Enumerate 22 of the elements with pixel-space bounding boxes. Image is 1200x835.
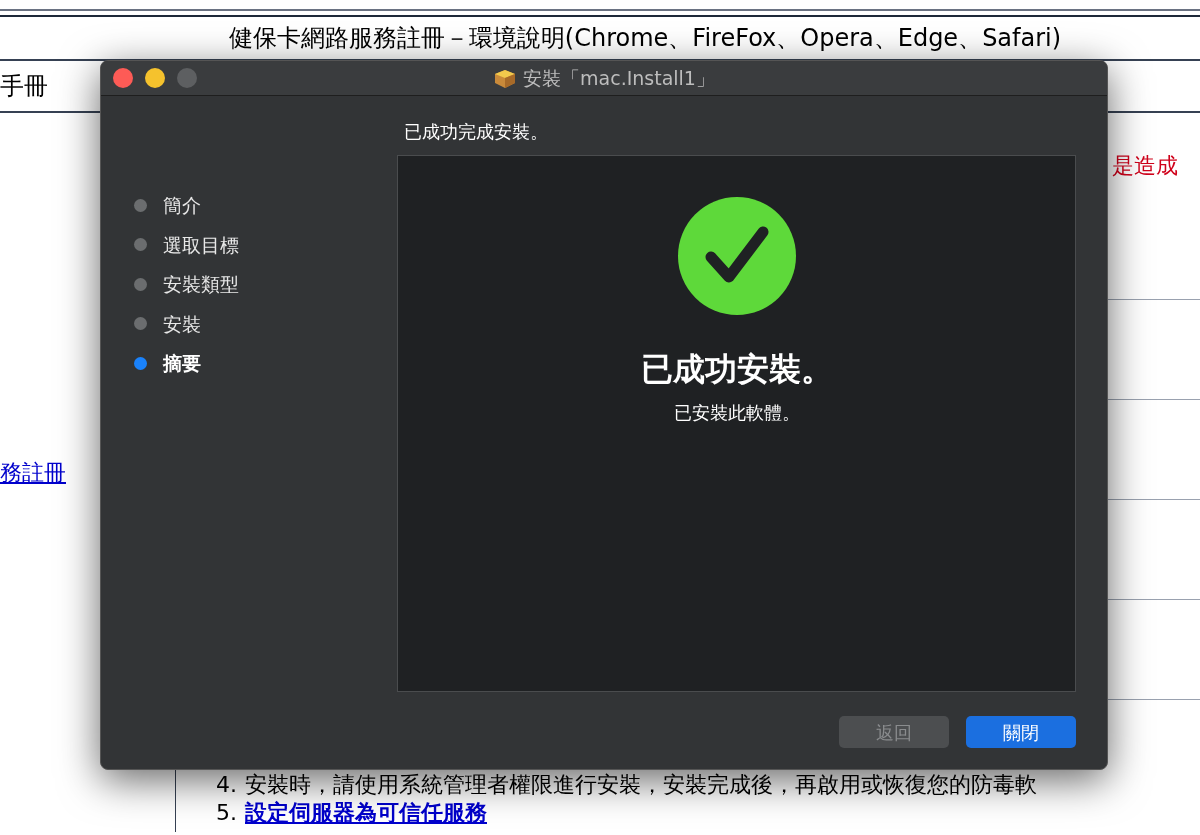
close-window-icon[interactable] bbox=[113, 68, 133, 88]
step-label: 安裝類型 bbox=[163, 272, 239, 297]
page-title: 健保卡網路服務註冊－環境說明(Chrome、FireFox、Opera、Edge、Safari) bbox=[227, 23, 1062, 54]
step-label: 安裝 bbox=[163, 311, 201, 337]
step-label: 選取目標 bbox=[163, 232, 239, 258]
minimize-window-icon[interactable] bbox=[145, 68, 165, 88]
manual-text: 手冊 bbox=[0, 71, 48, 102]
instruction-text: 安裝時，請使用系統管理者權限進行安裝，安裝完成後，再啟用或恢復您的防毒軟 bbox=[245, 772, 1037, 798]
step-label: 摘要 bbox=[163, 351, 201, 376]
close-button[interactable]: 關閉 bbox=[966, 716, 1076, 748]
result-text: 已安裝此軟體。 bbox=[673, 401, 800, 425]
checkmark-icon bbox=[677, 197, 796, 315]
warning-text: 是造成 bbox=[1112, 152, 1178, 180]
registration-link[interactable]: 務註冊 bbox=[0, 460, 66, 485]
window-title: 安裝「mac.Install1」 bbox=[523, 65, 715, 91]
trusted-server-link[interactable]: 設定伺服器為可信任服務 bbox=[245, 800, 487, 826]
step-number: 5. bbox=[216, 800, 237, 826]
result-title: 已成功安裝。 bbox=[640, 349, 833, 390]
step-label: 簡介 bbox=[163, 193, 201, 218]
panel-heading: 已成功完成安裝。 bbox=[403, 120, 549, 144]
step-number: 4. bbox=[216, 772, 237, 798]
package-icon bbox=[493, 67, 518, 89]
